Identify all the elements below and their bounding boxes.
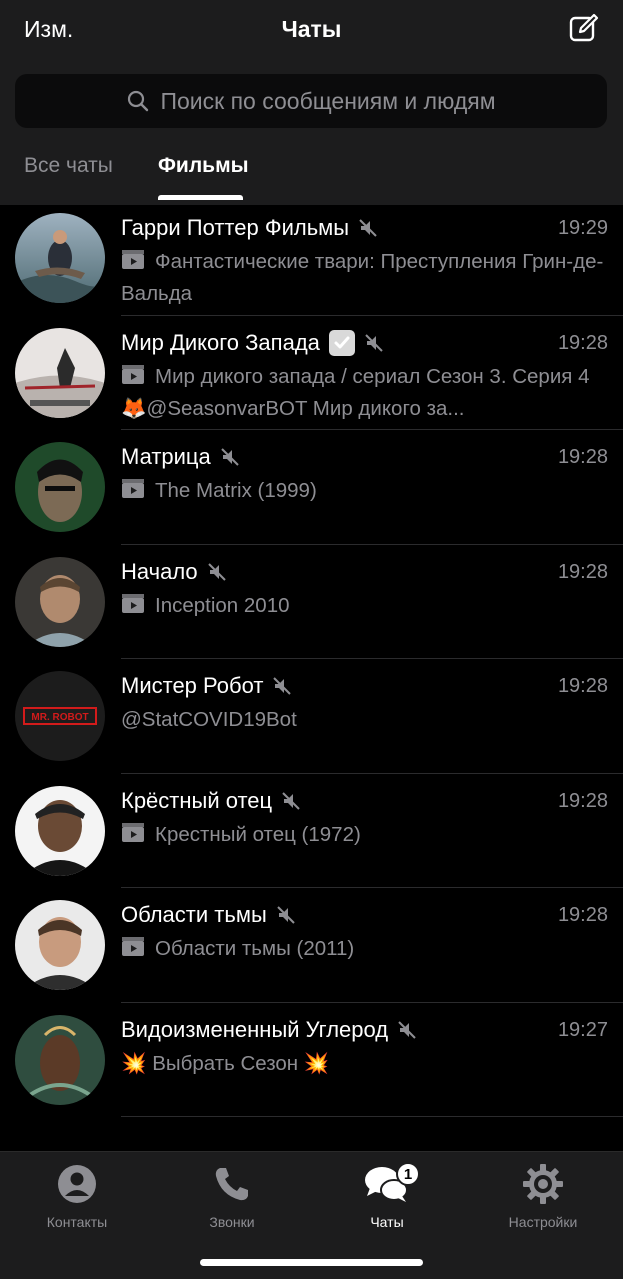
- chat-name: Видоизмененный Углерод: [121, 1017, 417, 1043]
- avatar: MR. ROBOT: [15, 671, 105, 761]
- unread-badge: 1: [396, 1162, 420, 1186]
- home-indicator: [200, 1259, 423, 1266]
- chat-row[interactable]: Матрица 19:28 The Matrix (1999): [0, 430, 623, 545]
- chat-row[interactable]: Мир Дикого Запада 19:28 Мир дикого запад…: [0, 316, 623, 430]
- search-input[interactable]: Поиск по сообщениям и людям: [15, 74, 607, 128]
- chat-preview: The Matrix (1999): [121, 476, 611, 508]
- chat-preview: Мир дикого запада / сериал Сезон 3. Сери…: [121, 364, 590, 420]
- compose-icon[interactable]: [568, 12, 600, 44]
- chat-time: 19:28: [557, 789, 608, 812]
- chat-preview: Крестный отец (1972): [121, 820, 611, 852]
- contacts-icon: [2, 1162, 152, 1206]
- muted-icon: [358, 218, 378, 238]
- chat-bubbles-icon: [312, 1162, 462, 1206]
- phone-icon: [157, 1162, 307, 1206]
- tab-label: Настройки: [508, 1214, 578, 1230]
- avatar: [15, 327, 105, 418]
- chat-preview: @StatCOVID19Bot: [121, 708, 297, 731]
- chat-time: 19:27: [557, 1018, 608, 1041]
- check-icon: [328, 329, 355, 356]
- chat-time: 19:28: [557, 560, 608, 583]
- chat-preview: 💥 Выбрать Сезон 💥: [121, 1051, 330, 1075]
- chat-time: 19:29: [557, 217, 608, 239]
- avatar: [15, 556, 105, 647]
- chat-name: Крёстный отец: [121, 788, 301, 814]
- chat-name: Мистер Робот: [121, 673, 292, 699]
- avatar: [15, 442, 105, 532]
- muted-icon: [397, 1020, 417, 1040]
- separator: [121, 1116, 623, 1117]
- chat-time: 19:28: [557, 904, 608, 926]
- tab-films[interactable]: Фильмы: [158, 154, 249, 178]
- chat-preview: Области тьмы (2011): [121, 934, 611, 966]
- tab-calls[interactable]: Звонки: [157, 1162, 307, 1230]
- video-icon: [121, 936, 147, 966]
- avatar: [15, 900, 105, 990]
- gear-icon: [468, 1162, 618, 1206]
- muted-icon: [207, 562, 227, 582]
- tab-all-chats[interactable]: Все чаты: [24, 154, 113, 178]
- chat-row[interactable]: Гарри Поттер Фильмы 19:29 Фантастические…: [0, 201, 623, 316]
- chat-time: 19:28: [557, 446, 608, 468]
- video-icon: [121, 593, 147, 623]
- muted-icon: [364, 333, 384, 353]
- tab-bar: Контакты Звонки 1 Чаты Настройки: [0, 1151, 623, 1279]
- chat-name: Матрица: [121, 444, 240, 470]
- active-tab-indicator: [158, 195, 243, 200]
- top-bar: Изм. Чаты Поиск по сообщениям и людям Вс…: [0, 0, 623, 205]
- video-icon: [121, 364, 147, 394]
- chat-list: Гарри Поттер Фильмы 19:29 Фантастические…: [0, 201, 623, 1117]
- chat-row[interactable]: Видоизмененный Углерод 19:27 💥 Выбрать С…: [0, 1003, 623, 1117]
- muted-icon: [220, 447, 240, 467]
- search-placeholder: Поиск по сообщениям и людям: [160, 87, 496, 114]
- tab-chats[interactable]: 1 Чаты: [312, 1162, 462, 1230]
- chat-name: Начало: [121, 559, 227, 585]
- chat-row[interactable]: Начало 19:28 Inception 2010: [0, 545, 623, 659]
- avatar: [15, 1014, 105, 1105]
- svg-text:MR. ROBOT: MR. ROBOT: [31, 712, 88, 723]
- chat-row[interactable]: Крёстный отец 19:28 Крестный отец (1972): [0, 774, 623, 888]
- tab-label: Контакты: [46, 1214, 108, 1230]
- chat-preview: Inception 2010: [121, 591, 611, 623]
- chat-time: 19:28: [557, 331, 608, 354]
- search-icon: [128, 90, 149, 112]
- muted-icon: [276, 905, 296, 925]
- video-icon: [121, 822, 147, 852]
- page-title: Чаты: [281, 16, 342, 42]
- chat-time: 19:28: [557, 675, 608, 697]
- tab-label: Чаты: [370, 1214, 404, 1230]
- video-icon: [121, 478, 147, 508]
- avatar: [15, 213, 105, 303]
- tab-settings[interactable]: Настройки: [468, 1162, 618, 1230]
- muted-icon: [281, 791, 301, 811]
- chat-name: Гарри Поттер Фильмы: [121, 215, 378, 241]
- chat-name: Области тьмы: [121, 902, 296, 928]
- chat-preview: Фантастические твари: Преступления Грин-…: [121, 249, 604, 305]
- chat-name: Мир Дикого Запада: [121, 329, 384, 356]
- tab-label: Звонки: [209, 1214, 255, 1230]
- muted-icon: [272, 676, 292, 696]
- avatar: [15, 785, 105, 876]
- tab-contacts[interactable]: Контакты: [2, 1162, 152, 1230]
- video-icon: [121, 249, 147, 279]
- chat-row[interactable]: MR. ROBOT Мистер Робот 19:28 @StatCOVID1…: [0, 659, 623, 774]
- chat-row[interactable]: Области тьмы 19:28 Области тьмы (2011): [0, 888, 623, 1003]
